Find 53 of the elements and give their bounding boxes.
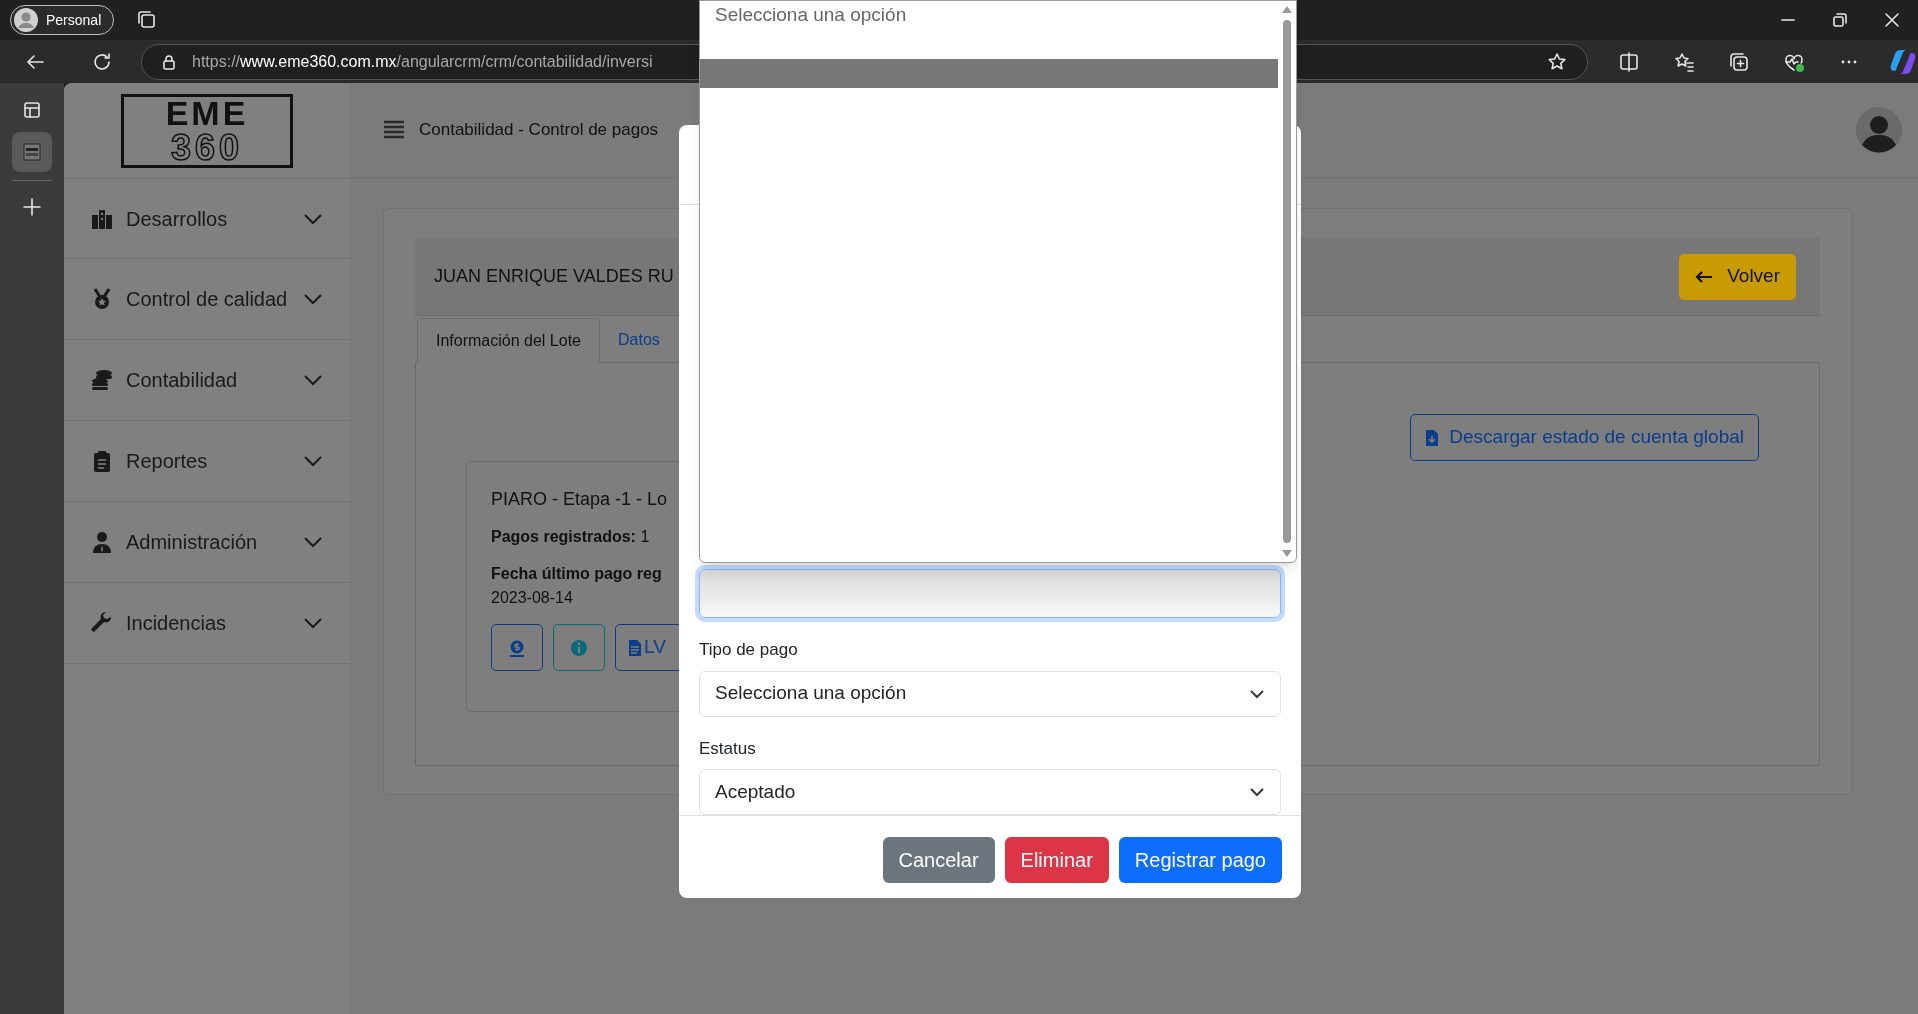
favicon-icon [23, 143, 41, 161]
person-icon [90, 530, 114, 554]
wrench-icon [90, 611, 114, 635]
sidebar-item[interactable]: Incidencias [64, 583, 350, 664]
last-payment-date: 2023-08-14 [491, 588, 574, 608]
select-field[interactable]: Aceptado [699, 769, 1281, 815]
sidebar-item[interactable]: Contabilidad [64, 340, 350, 421]
new-tab-icon[interactable] [22, 197, 42, 217]
favorites-icon[interactable] [1673, 50, 1695, 73]
reload-icon[interactable] [91, 50, 113, 73]
star-icon[interactable] [1547, 51, 1567, 72]
dollar-icon [508, 638, 526, 657]
sidebar-item[interactable]: Reportes [64, 421, 350, 502]
breadcrumb: Contabilidad - Control de pagos [419, 119, 659, 142]
split-screen-icon[interactable] [1618, 50, 1640, 73]
arrow-left-icon [1695, 270, 1714, 283]
sidebar-item[interactable]: Administración [64, 502, 350, 583]
payment-button[interactable] [491, 624, 543, 671]
coins-icon [90, 368, 114, 392]
sidebar-item[interactable]: Desarrollos [64, 178, 350, 259]
delete-button[interactable]: Eliminar [1004, 836, 1109, 883]
sidebar-item[interactable]: Control de calidad [64, 259, 350, 340]
user-avatar-icon[interactable] [1856, 107, 1902, 153]
tab[interactable]: Datos [600, 317, 678, 362]
menu-icon[interactable] [383, 120, 405, 140]
logo: EME 360 [121, 93, 293, 168]
cancel-button[interactable]: Cancelar [882, 836, 995, 883]
payments-count: Pagos registrados: 1 [491, 527, 651, 547]
lot-title: PIARO - Etapa -1 - Lo [491, 488, 669, 511]
dropdown-option[interactable]: Selecciona una opción [700, 1, 1278, 59]
scroll-up-icon[interactable] [1281, 4, 1293, 14]
scroll-down-icon[interactable] [1281, 549, 1293, 559]
collections-icon[interactable] [1728, 50, 1750, 73]
file-download-icon [1425, 428, 1440, 447]
sidebar-toggle-icon[interactable] [23, 101, 41, 119]
avatar-icon [14, 8, 38, 32]
back-button[interactable]: Volver [1679, 253, 1796, 300]
tab-favicon[interactable] [12, 132, 52, 172]
lock-icon [160, 52, 178, 71]
download-button[interactable]: Descargar estado de cuenta global [1410, 414, 1759, 461]
select-field[interactable]: Selecciona una opción [699, 670, 1281, 717]
profile-button[interactable]: Personal [10, 5, 115, 35]
input-field[interactable] [699, 569, 1281, 618]
restore-icon[interactable] [1832, 12, 1848, 28]
tab[interactable]: Información del Lote [417, 318, 600, 363]
info-icon [570, 638, 588, 657]
field-label: Estatus [699, 737, 757, 760]
last-payment-label: Fecha último pago reg [491, 564, 663, 584]
document-icon [628, 638, 642, 657]
submit-button[interactable]: Registrar pago [1118, 836, 1282, 883]
client-name: JUAN ENRIQUE VALDES RU [434, 265, 674, 288]
close-icon[interactable] [1884, 12, 1900, 28]
field-label: Tipo de pago [699, 639, 799, 661]
